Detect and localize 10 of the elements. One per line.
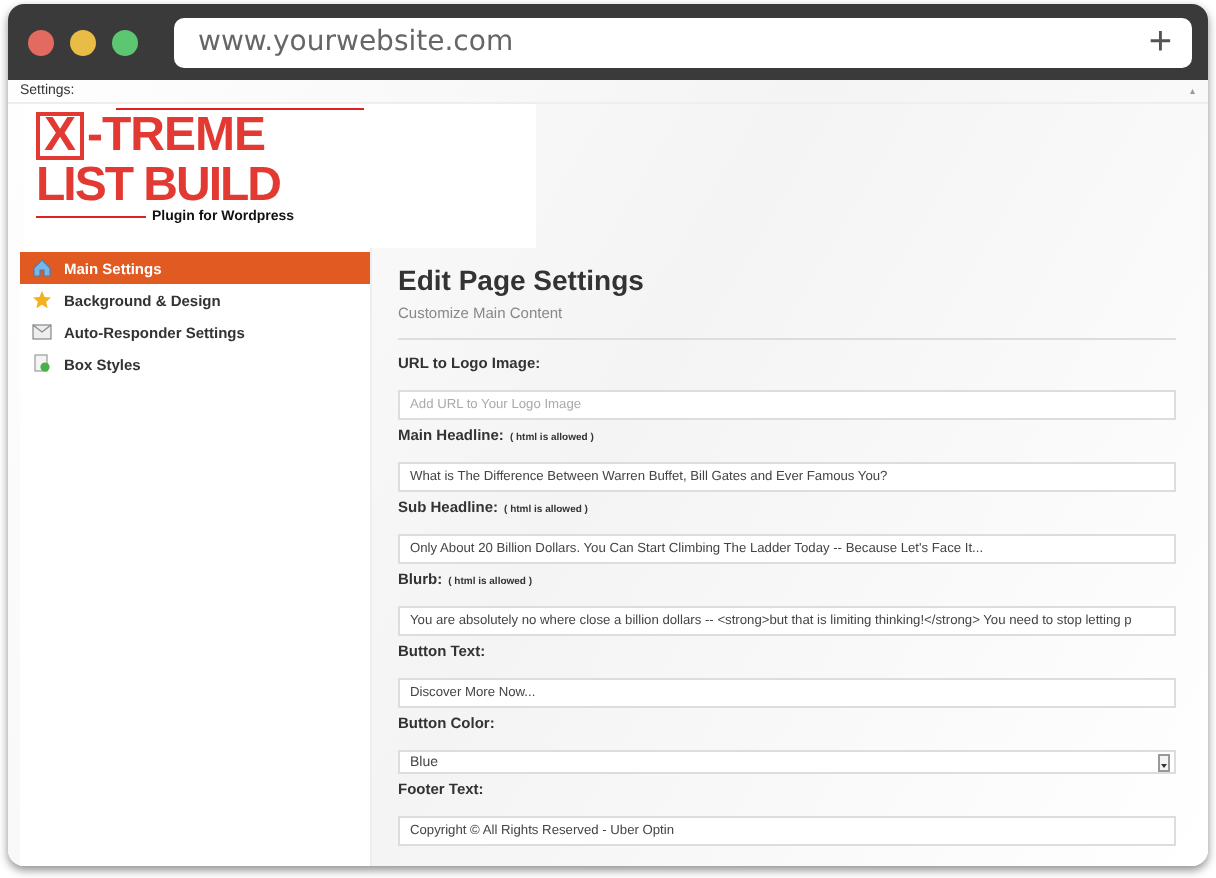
document-icon [32, 354, 52, 374]
close-dot[interactable] [28, 29, 54, 55]
envelope-icon [32, 322, 52, 342]
maximize-dot[interactable] [112, 29, 138, 55]
page-title: Edit Page Settings [398, 264, 646, 296]
minimize-dot[interactable] [70, 29, 96, 55]
address-bar[interactable]: www.yourwebsite.com + [174, 17, 1192, 67]
new-tab-button[interactable]: + [1148, 22, 1172, 62]
house-icon [32, 258, 52, 278]
star-icon [32, 290, 52, 310]
